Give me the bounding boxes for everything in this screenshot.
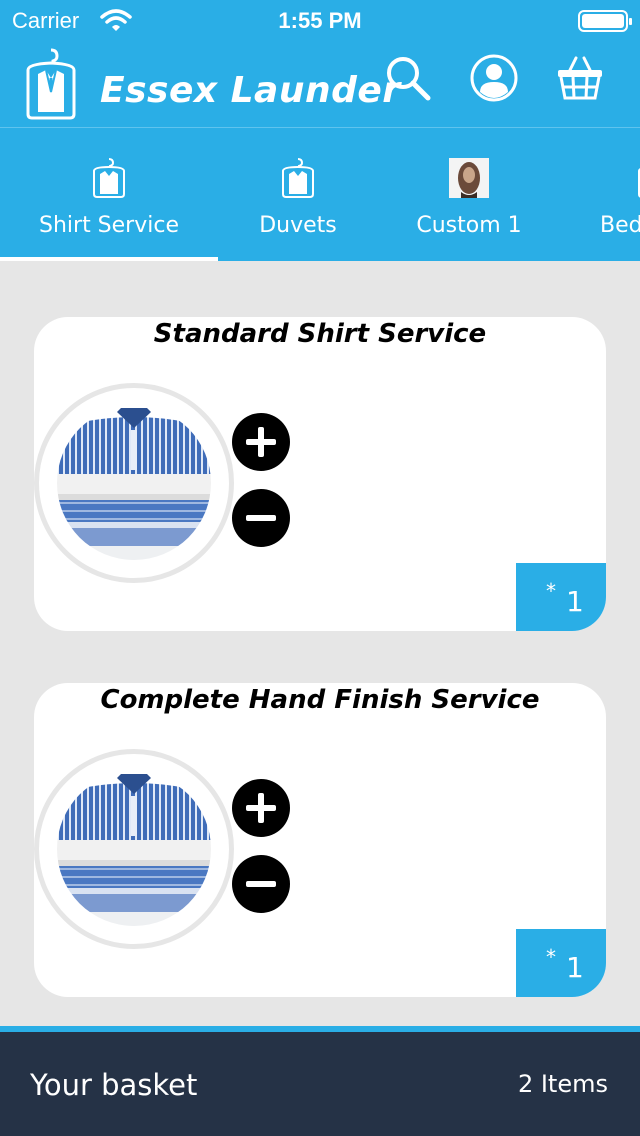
service-image-ring [34,749,234,949]
basket-count: 2 Items [517,1070,608,1098]
shirt-hanger-icon [636,158,640,198]
quantity-value: 1 [566,585,584,618]
service-card: Standard Shirt Service * 1 [34,317,606,631]
quantity-badge: * 1 [516,929,606,997]
tab-label: Custom 1 [416,213,522,238]
tab-shirt-service[interactable]: Shirt Service [0,128,218,261]
plus-icon[interactable] [232,779,290,837]
minus-icon[interactable] [232,855,290,913]
service-title: Standard Shirt Service [153,319,487,349]
app-header: Carrier 1:55 PM Essex Launder [0,0,640,128]
shirt-logo-icon [24,48,78,120]
service-title: Complete Hand Finish Service [100,685,540,715]
clock: 1:55 PM [278,8,362,33]
category-tabs: Shirt Service Duvets Custom 1 Bed [0,128,640,261]
tab-label: Shirt Service [39,213,179,238]
app-title: Essex Launder [100,70,401,111]
quantity-value: 1 [566,951,584,984]
basket-label: Your basket [30,1068,198,1102]
plus-icon[interactable] [232,413,290,471]
custom-photo [449,158,489,198]
battery-icon [578,10,632,32]
tab-bed[interactable]: Bed [598,128,640,261]
quantity-prefix: * [546,579,556,603]
tab-label: Duvets [259,213,337,238]
folded-shirts-photo [57,406,211,560]
basket-icon[interactable] [556,54,604,102]
service-card: Complete Hand Finish Service * 1 [34,683,606,997]
tab-label: Bed [600,213,640,238]
service-image-ring [34,383,234,583]
quantity-prefix: * [546,945,556,969]
shirt-hanger-icon [91,158,127,198]
minus-icon[interactable] [232,489,290,547]
profile-icon[interactable] [470,54,518,102]
tab-duvets[interactable]: Duvets [218,128,378,261]
folded-shirts-photo [57,772,211,926]
selected-tab-indicator [0,257,218,261]
status-bar: Carrier 1:55 PM [0,0,640,40]
search-icon[interactable] [384,54,432,102]
tab-custom-1[interactable]: Custom 1 [398,128,540,261]
shirt-hanger-icon [280,158,316,198]
basket-bar[interactable]: Your basket 2 Items [0,1032,640,1136]
quantity-badge: * 1 [516,563,606,631]
